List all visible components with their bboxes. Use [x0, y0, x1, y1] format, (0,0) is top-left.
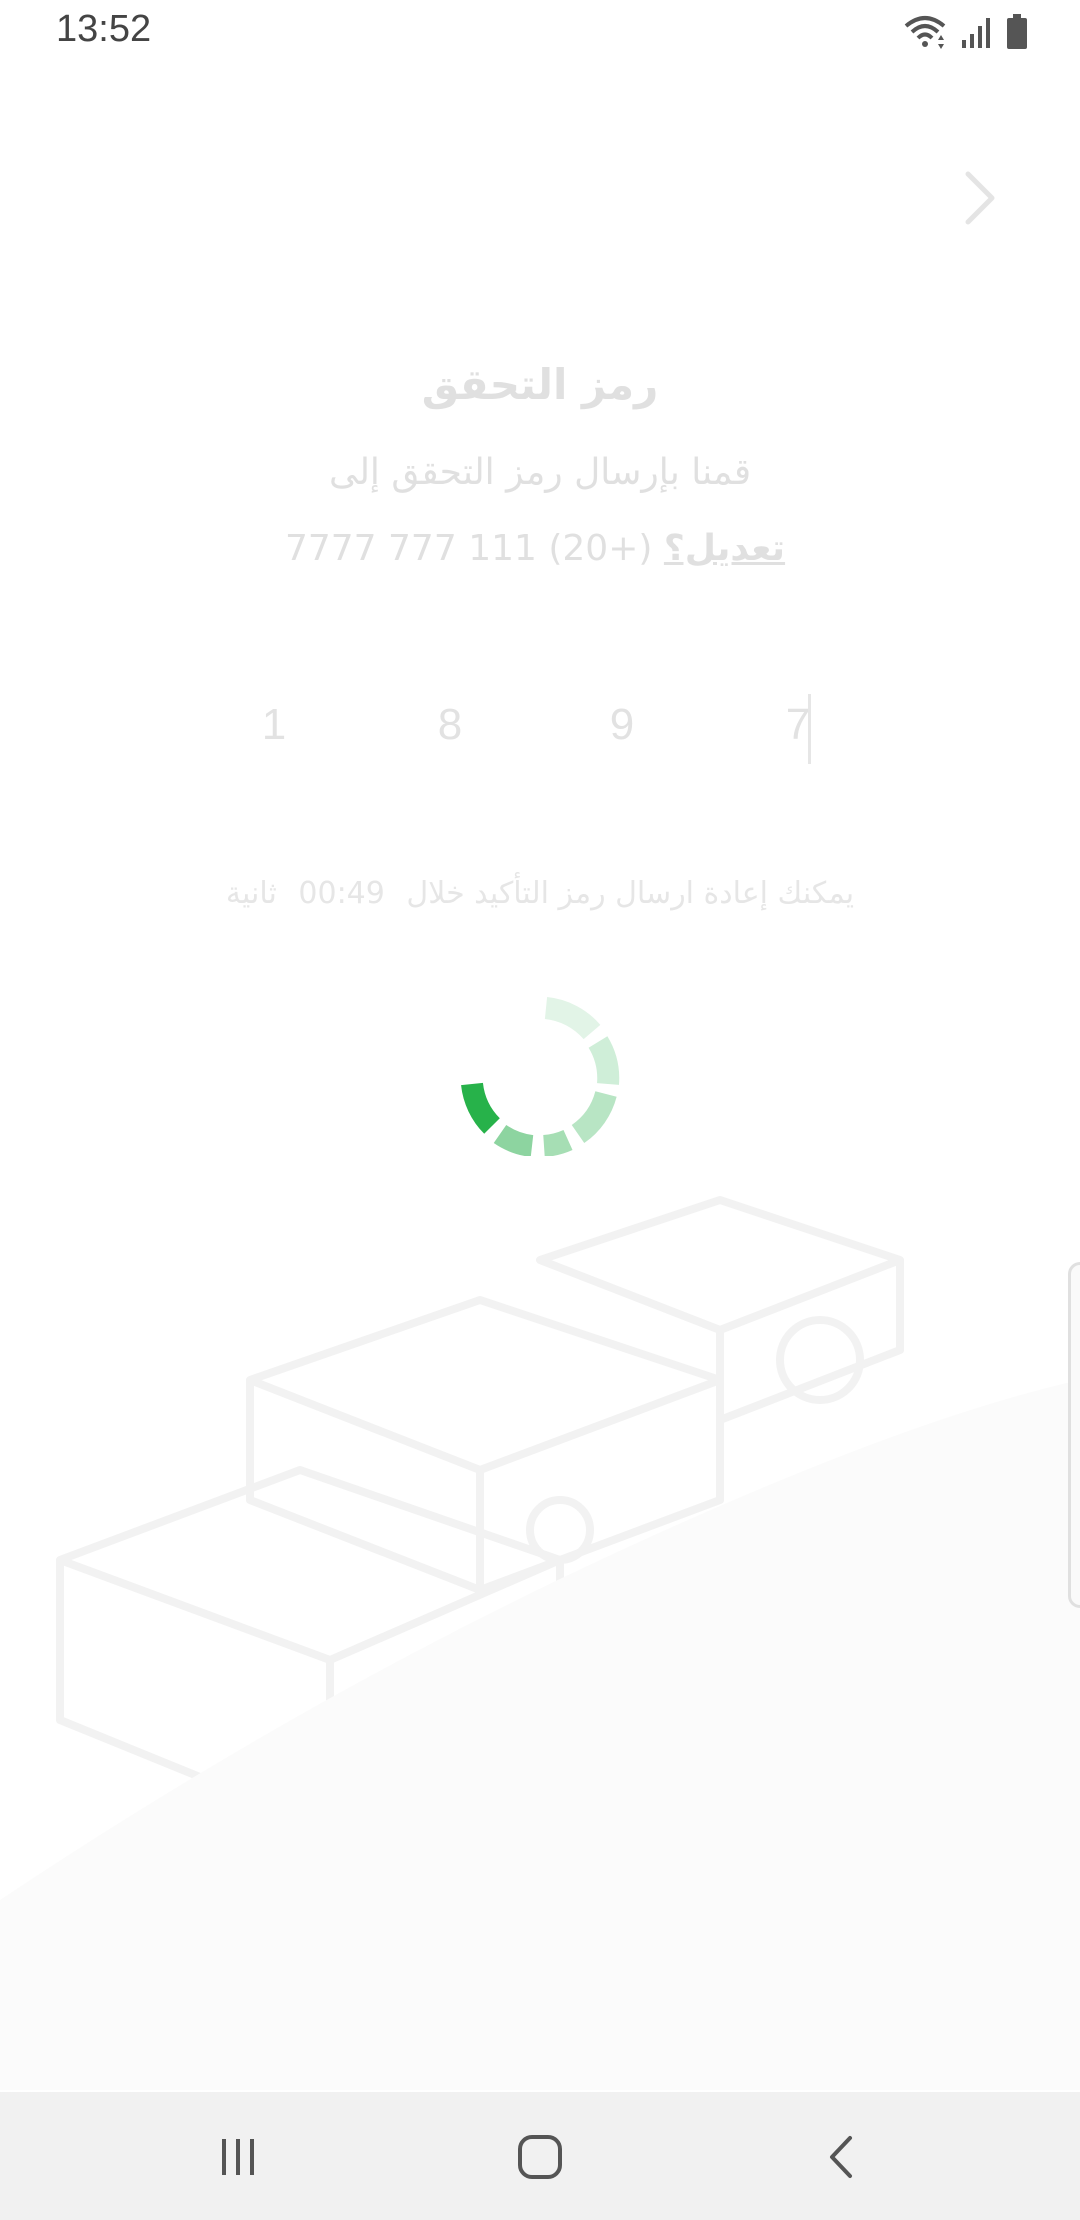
otp-digit-2[interactable]: 9: [592, 700, 652, 750]
loading-spinner-icon: [461, 997, 620, 1156]
status-bar: 13:52: [0, 0, 1080, 66]
otp-cursor: [808, 694, 811, 764]
otp-digit-1[interactable]: 7: [768, 700, 828, 750]
otp-digit-3[interactable]: 8: [420, 700, 480, 750]
edit-phone-link[interactable]: تعديل؟: [664, 528, 785, 569]
home-icon[interactable]: [500, 2122, 580, 2192]
chevron-right-icon[interactable]: [960, 168, 1000, 228]
resend-unit: ثانية: [225, 876, 277, 911]
screen: 13:52 رمز التحقق قمنا بإرسال رمز التحقق …: [0, 0, 1080, 2220]
wifi-icon: [902, 14, 948, 54]
page-title: رمز التحقق: [421, 360, 659, 409]
resend-label: يمكنك إعادة ارسال رمز التأكيد خلال: [406, 876, 855, 911]
background-illustration: [0, 1196, 1080, 2090]
edge-panel-handle[interactable]: [1068, 1262, 1080, 1608]
phone-number: (+20) 111 777 7777: [284, 528, 653, 569]
status-icons: [902, 14, 1028, 54]
resend-timer-text: يمكنك إعادة ارسال رمز التأكيد خلال 00:49…: [0, 876, 1080, 911]
battery-icon: [1006, 14, 1028, 54]
verification-subtitle: قمنا بإرسال رمز التحقق إلى: [328, 452, 752, 493]
recent-apps-icon[interactable]: [198, 2122, 278, 2192]
phone-line: تعديل؟ (+20) 111 777 7777: [0, 528, 1080, 569]
otp-digit-4[interactable]: 1: [244, 700, 304, 750]
back-icon[interactable]: [802, 2122, 882, 2192]
signal-icon: [960, 16, 994, 54]
resend-countdown: 00:49: [298, 876, 385, 911]
system-navigation-bar: [0, 2092, 1080, 2220]
status-time: 13:52: [56, 8, 152, 50]
